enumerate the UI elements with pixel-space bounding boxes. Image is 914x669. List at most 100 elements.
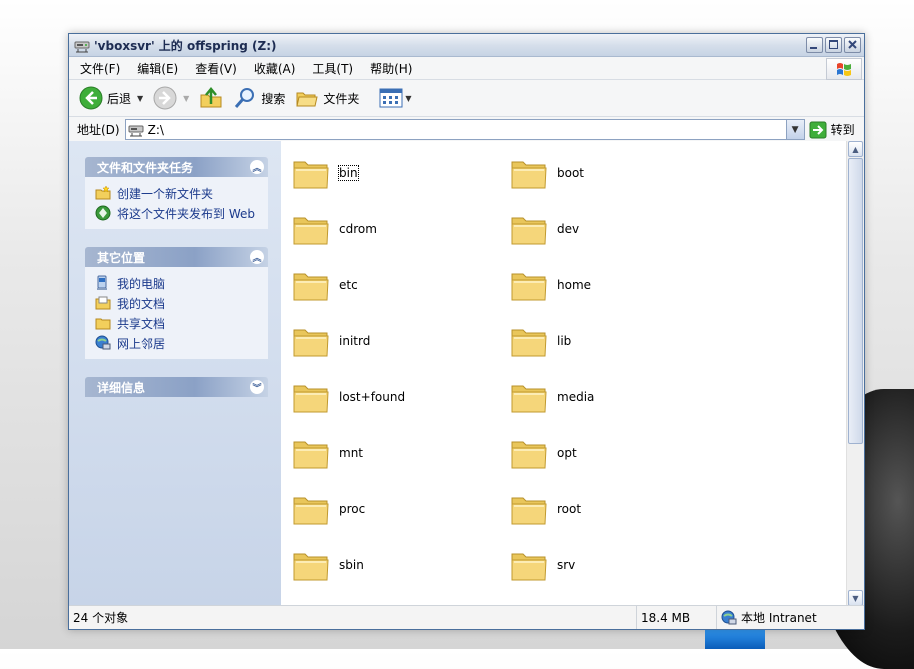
search-button[interactable]: 搜索 [233,86,285,110]
window-title: 'vboxsvr' 上的 offspring (Z:) [94,38,277,53]
search-label: 搜索 [261,91,286,106]
folder-item[interactable]: lost+found [291,373,491,421]
folder-item[interactable]: bin [291,149,491,197]
address-dropdown-button[interactable]: ▼ [785,120,804,139]
content-area: 文件和文件夹任务 ︽ 创建一个新文件夹 将这个文件夹发布到 Web 其它位置 ︽… [69,141,864,606]
file-list[interactable]: bin boot cdrom dev etc home initrd lib lost+foun… [281,141,864,606]
views-dropdown-icon[interactable]: ▼ [405,94,411,103]
minimize-button[interactable] [806,37,823,53]
collapse-icon[interactable]: ︽ [250,160,264,174]
folder-icon [511,553,547,581]
details-panel-header[interactable]: 详细信息 ︾ [85,377,268,397]
my-computer-icon [97,275,107,290]
menu-favorites[interactable]: 收藏(A) [248,60,302,77]
place-shared-documents[interactable]: 共享文档 [95,313,268,333]
vertical-scrollbar[interactable]: ▲ ▼ [846,141,864,606]
folders-label: 文件夹 [323,91,360,106]
folder-icon [293,441,329,469]
folder-item[interactable]: home [509,261,709,309]
go-arrow-icon [809,121,827,138]
place-my-computer[interactable]: 我的电脑 [95,273,268,293]
folder-item[interactable]: sbin [291,541,491,589]
address-input[interactable]: Z:\ ▼ [124,119,805,140]
back-label: 后退 [107,91,132,106]
folder-label: mnt [339,446,363,460]
folder-label: cdrom [339,222,377,236]
menu-view[interactable]: 查看(V) [189,60,243,77]
folder-item[interactable]: mnt [291,429,491,477]
folder-item[interactable]: dev [509,205,709,253]
drive-icon [128,125,144,136]
folder-item[interactable]: proc [291,485,491,533]
folder-icon [511,217,547,245]
folder-item[interactable]: initrd [291,317,491,365]
back-button[interactable]: 后退 ▼ [79,86,143,110]
places-panel: 其它位置 ︽ 我的电脑 我的文档 共享文档 网上邻居 [85,247,268,359]
status-zone: 本地 Intranet [717,606,864,629]
folder-item[interactable]: srv [509,541,709,589]
back-dropdown-icon[interactable]: ▼ [137,94,143,103]
places-panel-title: 其它位置 [97,250,146,265]
chevron-up-icon: ▲ [852,144,859,154]
task-new-folder[interactable]: 创建一个新文件夹 [95,183,268,203]
menu-edit[interactable]: 编辑(E) [131,60,184,77]
folder-label: srv [557,558,576,572]
folder-icon [293,273,329,301]
place-network[interactable]: 网上邻居 [95,333,268,353]
forward-arrow-icon [153,86,177,110]
tasks-panel-body: 创建一个新文件夹 将这个文件夹发布到 Web [85,177,268,229]
expand-icon[interactable]: ︾ [250,380,264,394]
place-my-computer-label: 我的电脑 [117,276,166,291]
forward-dropdown-icon[interactable]: ▼ [183,94,189,103]
status-count: 24 个对象 [69,606,637,629]
views-icon [379,88,403,108]
folder-label: bin [338,165,359,181]
folder-label: sbin [339,558,364,572]
folder-item[interactable]: lib [509,317,709,365]
folder-label: lib [557,334,572,348]
folders-button[interactable]: 文件夹 [295,86,359,110]
status-size: 18.4 MB [637,606,717,629]
folder-icon [511,385,547,413]
task-publish-web[interactable]: 将这个文件夹发布到 Web [95,203,268,223]
folder-icon [511,441,547,469]
folder-label: opt [557,446,577,460]
folder-label: media [557,390,595,404]
folder-label: root [557,502,582,516]
chevron-down-icon: ▼ [791,124,799,135]
folder-icon [293,553,329,581]
search-icon [235,88,255,108]
folder-item[interactable]: cdrom [291,205,491,253]
title-bar[interactable]: 'vboxsvr' 上的 offspring (Z:) [69,34,864,57]
folder-item[interactable]: root [509,485,709,533]
places-panel-header[interactable]: 其它位置 ︽ [85,247,268,267]
menu-help[interactable]: 帮助(H) [364,60,418,77]
toolbar: 后退 ▼ ▼ 搜索 文件夹 ▼ [69,80,864,117]
folder-item[interactable]: etc [291,261,491,309]
collapse-icon[interactable]: ︽ [250,250,264,264]
folder-item[interactable]: opt [509,429,709,477]
up-folder-button[interactable] [199,86,223,110]
globe-icon [95,205,111,221]
folder-icon [293,329,329,357]
status-zone-label: 本地 Intranet [741,611,817,625]
maximize-button[interactable] [825,37,842,53]
menu-file[interactable]: 文件(F) [74,60,126,77]
folder-item[interactable]: media [509,373,709,421]
place-my-documents-label: 我的文档 [117,296,166,311]
views-button[interactable]: ▼ [379,87,412,109]
menu-tools[interactable]: 工具(T) [306,60,359,77]
new-folder-icon [95,185,111,200]
scroll-thumb[interactable] [848,158,863,444]
folder-item[interactable]: boot [509,149,709,197]
tasks-panel-header[interactable]: 文件和文件夹任务 ︽ [85,157,268,177]
place-my-documents[interactable]: 我的文档 [95,293,268,313]
scroll-up-button[interactable]: ▲ [848,141,863,157]
windows-logo [826,58,862,80]
forward-button[interactable]: ▼ [153,86,189,110]
close-button[interactable] [844,37,861,53]
scroll-down-button[interactable]: ▼ [848,590,863,606]
go-button[interactable]: 转到 [809,121,855,139]
folder-label: home [557,278,592,292]
task-pane: 文件和文件夹任务 ︽ 创建一个新文件夹 将这个文件夹发布到 Web 其它位置 ︽… [69,141,281,606]
